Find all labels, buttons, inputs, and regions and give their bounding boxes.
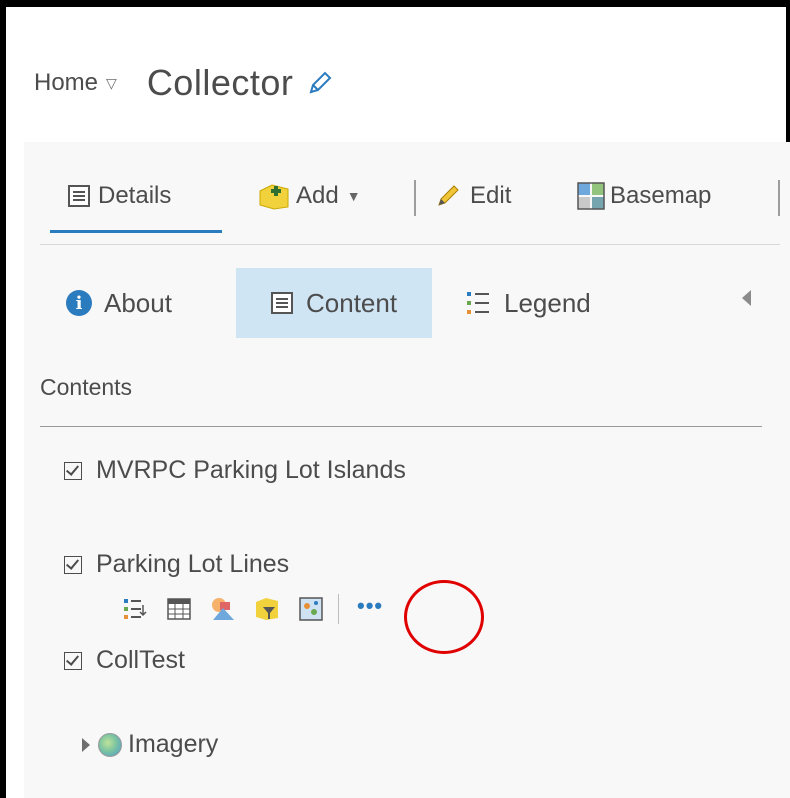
home-menu[interactable]: Home ▽ (34, 69, 117, 97)
group-layer-name[interactable]: Imagery (128, 730, 218, 759)
details-icon (66, 183, 92, 209)
basemap-button[interactable]: Basemap (576, 178, 711, 214)
layer-name[interactable]: Parking Lot Lines (96, 550, 289, 579)
toolbar-divider-line (40, 244, 780, 245)
add-button[interactable]: Add ▼ (258, 178, 361, 214)
tab-about[interactable]: i About (66, 268, 216, 338)
add-layer-icon (258, 181, 292, 211)
actions-divider (338, 594, 339, 624)
chevron-down-icon: ▽ (106, 74, 117, 91)
filter-icon[interactable] (254, 596, 280, 622)
info-icon: i (66, 290, 92, 316)
analysis-icon[interactable] (298, 596, 324, 622)
group-layer-item: Imagery (82, 730, 218, 759)
home-label: Home (34, 69, 99, 96)
expand-arrow-icon[interactable] (82, 737, 90, 752)
tab-legend[interactable]: Legend (466, 268, 646, 338)
edit-title-icon[interactable] (307, 70, 333, 96)
layer-visibility-checkbox[interactable] (64, 651, 82, 670)
tab-about-label: About (104, 287, 172, 318)
layer-name[interactable]: CollTest (96, 646, 185, 675)
highlight-annotation (404, 580, 484, 654)
tab-content-label: Content (306, 287, 398, 318)
chevron-down-icon: ▼ (346, 188, 361, 204)
legend-icon (466, 289, 490, 317)
layer-actions-bar: ••• (122, 592, 383, 626)
toolbar-divider (414, 180, 416, 216)
details-button[interactable]: Details (66, 178, 171, 214)
legend-icon[interactable] (122, 596, 148, 622)
edit-label: Edit (470, 182, 512, 209)
more-options-button[interactable]: ••• (357, 595, 383, 617)
contents-heading: Contents (40, 374, 133, 400)
edit-button[interactable]: Edit (436, 178, 511, 214)
collapse-panel-icon[interactable] (742, 290, 751, 306)
toolbar-divider (778, 180, 780, 216)
add-label: Add (296, 182, 339, 209)
table-icon[interactable] (166, 596, 192, 622)
layer-name[interactable]: MVRPC Parking Lot Islands (96, 456, 406, 485)
map-title: Collector (146, 62, 294, 103)
globe-icon (98, 732, 122, 757)
basemap-label: Basemap (610, 182, 712, 209)
pencil-icon (436, 184, 460, 208)
layer-item: Parking Lot Lines (64, 550, 289, 579)
basemap-icon (576, 181, 606, 211)
tab-content[interactable]: Content (236, 268, 432, 338)
layer-visibility-checkbox[interactable] (64, 461, 82, 480)
change-style-icon[interactable] (210, 596, 236, 622)
layer-item: MVRPC Parking Lot Islands (64, 456, 406, 485)
tab-legend-label: Legend (504, 287, 591, 318)
layer-visibility-checkbox[interactable] (64, 555, 82, 574)
content-icon (270, 291, 294, 315)
details-label: Details (98, 182, 172, 209)
map-header: Home ▽ Collector (34, 58, 333, 108)
details-active-indicator (50, 230, 222, 233)
contents-divider (40, 426, 762, 427)
layer-item: CollTest (64, 646, 185, 675)
